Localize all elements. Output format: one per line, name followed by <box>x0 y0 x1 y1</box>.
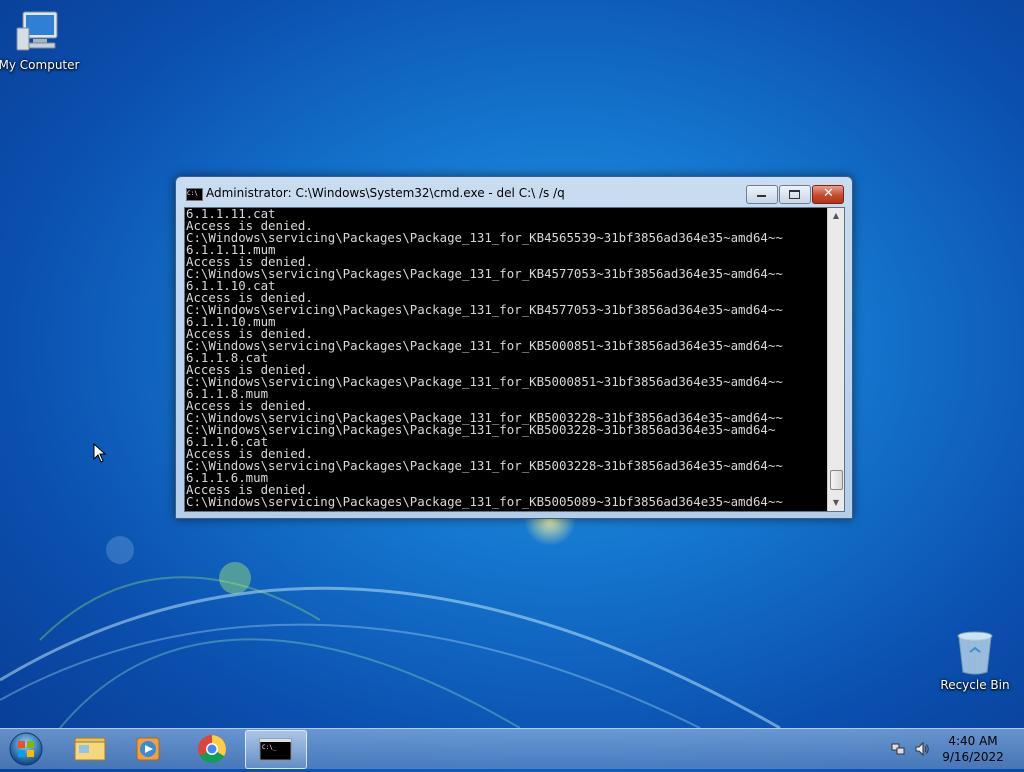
taskbar-chrome[interactable] <box>182 730 240 767</box>
svg-text:C:\_: C:\_ <box>262 744 277 751</box>
title-bar[interactable]: C:\ Administrator: C:\Windows\System32\c… <box>176 177 852 207</box>
windows-logo-icon <box>9 732 43 766</box>
cmd-icon: C:\ <box>186 188 203 201</box>
computer-icon <box>15 8 63 56</box>
console-line: C:\Windows\servicing\Packages\Package_13… <box>186 494 783 509</box>
mouse-cursor-icon <box>93 443 107 463</box>
folder-icon <box>74 737 106 761</box>
network-icon[interactable] <box>890 741 906 757</box>
taskbar-media-player[interactable] <box>120 730 178 767</box>
console-line: C:\Windows\servicing\Packages\Package_13… <box>186 374 783 389</box>
cmd-icon: C:\_ <box>259 738 292 761</box>
system-clock[interactable]: 4:40 AM 9/16/2022 <box>935 733 1011 765</box>
taskbar-cmd[interactable]: C:\_ <box>245 730 307 769</box>
clock-time: 4:40 AM <box>948 734 998 748</box>
scrollbar-thumb[interactable] <box>830 470 843 490</box>
console-line: C:\Windows\servicing\Packages\Package_13… <box>186 302 783 317</box>
vertical-scrollbar[interactable]: ▲ ▼ <box>827 208 844 511</box>
scroll-down-icon[interactable]: ▼ <box>828 495 844 511</box>
console-line: C:\Windows\servicing\Packages\Package_13… <box>186 422 776 437</box>
recycle-bin-icon <box>951 628 999 676</box>
maximize-button[interactable] <box>779 185 811 204</box>
taskbar: C:\_ 4:40 AM 9/16/2022 <box>0 728 1024 769</box>
desktop-icon-label: Recycle Bin <box>940 678 1010 692</box>
minimize-button[interactable] <box>746 185 778 204</box>
taskbar-explorer[interactable] <box>62 730 120 767</box>
media-player-icon <box>136 737 160 761</box>
cmd-window[interactable]: C:\ Administrator: C:\Windows\System32\c… <box>175 176 853 519</box>
maximize-icon <box>789 190 800 199</box>
console-line: C:\Windows\servicing\Packages\Package_13… <box>186 338 783 353</box>
volume-icon[interactable] <box>914 741 930 757</box>
console-output: 6.1.1.11.cat Access is denied. C:\Windows\… <box>186 208 826 511</box>
console-line: C:\Windows\servicing\Packages\Package_13… <box>186 230 783 245</box>
start-button[interactable] <box>6 731 46 767</box>
chrome-icon <box>198 735 226 763</box>
close-button[interactable]: ✕ <box>812 185 844 204</box>
desktop-icon-label: My Computer <box>0 58 80 72</box>
close-icon: ✕ <box>823 186 834 201</box>
console-area[interactable]: 6.1.1.11.cat Access is denied. C:\Windows\… <box>184 207 845 512</box>
console-line: C:\Windows\servicing\Packages\Package_13… <box>186 266 783 281</box>
desktop-icon-my-computer[interactable]: My Computer <box>0 8 84 72</box>
minimize-icon <box>757 195 766 197</box>
scroll-up-icon[interactable]: ▲ <box>828 208 844 224</box>
desktop-icon-recycle-bin[interactable]: Recycle Bin <box>930 628 1020 692</box>
window-title: Administrator: C:\Windows\System32\cmd.e… <box>206 186 565 200</box>
clock-date: 9/16/2022 <box>942 750 1004 764</box>
console-line: C:\Windows\servicing\Packages\Package_13… <box>186 458 783 473</box>
